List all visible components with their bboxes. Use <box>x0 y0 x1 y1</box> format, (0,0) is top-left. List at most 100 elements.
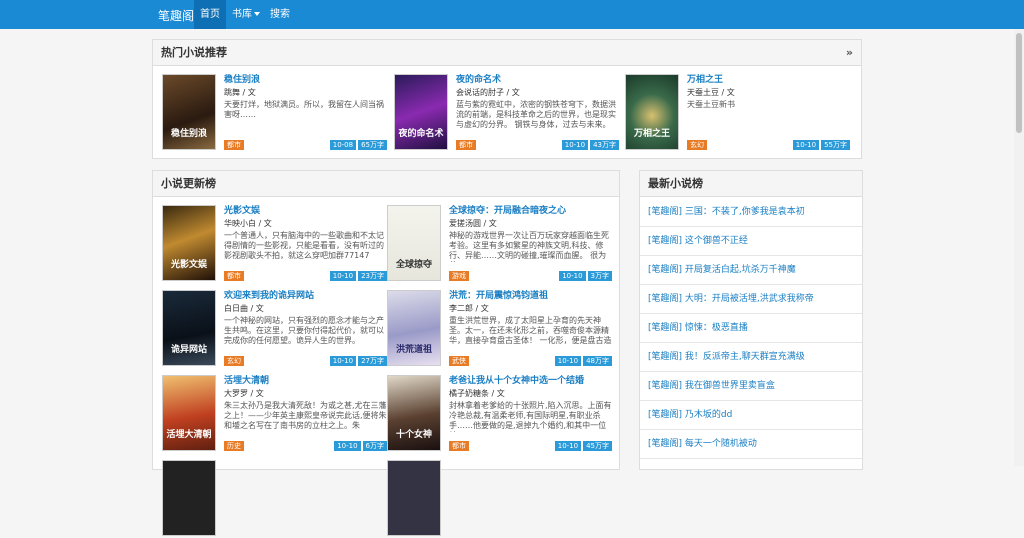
list-item[interactable]: [笔趣阁] 我！反派帝主,聊天群宣充满级 <box>640 343 862 372</box>
book-author: 李二郎 / 文 <box>449 304 489 313</box>
book-title[interactable]: 洪荒：开局震惊鸿钧道祖 <box>449 290 612 302</box>
book-title[interactable]: 稳住别浪 <box>224 74 387 86</box>
word-count: 27万字 <box>358 356 387 366</box>
hot-book-3[interactable]: 万相之王 万相之王 天蚕土豆 / 文 天蚕土豆新书 玄幻 10-10 55万字 <box>625 74 850 152</box>
genre-tag: 都市 <box>456 140 476 150</box>
nav-home[interactable]: 首页 <box>194 0 226 29</box>
genre-tag: 玄幻 <box>687 140 707 150</box>
hot-book-2[interactable]: 夜的命名术 夜的命名术 会说话的肘子 / 文 蓝与紫的霓虹中，浓密的钢铁苍穹下，… <box>394 74 619 152</box>
update-book-7-partial <box>162 460 387 538</box>
hot-novels-title: 热门小说推荐 <box>161 46 227 59</box>
book-meta: 10-10 3万字 <box>557 271 612 281</box>
book-info: 全球掠夺：开局融合暗夜之心 爱搓汤圆 / 文 神秘的游戏世界一次让百万玩家穿越面… <box>449 205 612 281</box>
hot-novels-panel: 热门小说推荐 » 稳住别浪 稳住别浪 跳舞 / 文 天要打烊，地狱满员。所以，我… <box>152 39 862 159</box>
list-item[interactable]: [笔趣阁] 乃木坂的dd <box>640 401 862 430</box>
book-author: 会说话的肘子 / 文 <box>456 88 520 97</box>
book-meta: 10-10 43万字 <box>560 140 619 150</box>
hot-book-1[interactable]: 稳住别浪 稳住别浪 跳舞 / 文 天要打烊，地狱满员。所以，我留在人间当祸害呀…… <box>162 74 387 152</box>
book-desc: 蓝与紫的霓虹中，浓密的钢铁苍穹下，数据洪流的前端，是科技革命之后的世界，也是现实… <box>456 100 616 129</box>
nav-library[interactable]: 书库 <box>226 0 266 29</box>
book-meta: 10-10 55万字 <box>791 140 850 150</box>
update-date: 10-10 <box>329 356 357 366</box>
update-book-6[interactable]: 十个女神 老爸让我从十个女神中选一个结婚 橘子奶糖条 / 文 封林拿着老爹给的十… <box>387 375 612 453</box>
update-date: 10-10 <box>792 140 820 150</box>
book-title[interactable]: 老爸让我从十个女神中选一个结婚 <box>449 375 612 387</box>
book-desc: 天蚕土豆新书 <box>687 100 735 109</box>
latest-novels-title: 最新小说榜 <box>648 177 703 190</box>
book-title[interactable]: 万相之王 <box>687 74 850 86</box>
book-desc: 封林拿着老爹给的十张照片,陷入沉思。上面有冷艳总裁,有温柔老师,有国际明星,有职… <box>449 401 612 432</box>
novel-updates-title: 小说更新榜 <box>161 177 216 190</box>
book-meta: 10-10 48万字 <box>553 356 612 366</box>
page-scrollbar[interactable] <box>1014 29 1024 466</box>
nav-library-label: 书库 <box>232 9 252 20</box>
book-cover[interactable]: 洪荒道祖 <box>387 290 441 366</box>
book-info: 老爸让我从十个女神中选一个结婚 橘子奶糖条 / 文 封林拿着老爹给的十张照片,陷… <box>449 375 612 451</box>
update-book-1[interactable]: 光影文娱 光影文娱 华映小白 / 文 一个普通人，只有脑海中的一些歌曲和不太记得… <box>162 205 387 283</box>
word-count: 48万字 <box>583 356 612 366</box>
book-cover <box>162 460 216 536</box>
book-author: 白日曲 / 文 <box>224 304 264 313</box>
list-item[interactable]: [笔趣阁] 惊悚：极恶直播 <box>640 314 862 343</box>
novel-updates-panel: 小说更新榜 光影文娱 光影文娱 华映小白 / 文 一个普通人，只有脑海中的一些歌… <box>152 170 620 536</box>
update-date: 10-10 <box>554 441 582 451</box>
update-book-4[interactable]: 洪荒道祖 洪荒：开局震惊鸿钧道祖 李二郎 / 文 重生洪荒世界，成了太阳星上孕育… <box>387 290 612 368</box>
book-title[interactable]: 欢迎来到我的诡异网站 <box>224 290 387 302</box>
word-count: 3万字 <box>587 271 612 281</box>
book-desc: 神秘的游戏世界一次让百万玩家穿越面临生死考验。这里有多如繁星的神族文明,科技、修… <box>449 231 609 262</box>
latest-novels-panel: 最新小说榜 [笔趣阁] 三国：不装了,你爹我是袁本初 [笔趣阁] 这个御兽不正经… <box>639 170 863 470</box>
update-book-2[interactable]: 全球掠夺 全球掠夺：开局融合暗夜之心 爱搓汤圆 / 文 神秘的游戏世界一次让百万… <box>387 205 612 283</box>
list-item[interactable]: [笔趣阁] 三国：不装了,你爹我是袁本初 <box>640 198 862 227</box>
book-cover[interactable]: 夜的命名术 <box>394 74 448 150</box>
book-info: 光影文娱 华映小白 / 文 一个普通人，只有脑海中的一些歌曲和不太记得剧情的一些… <box>224 205 387 281</box>
book-author: 华映小白 / 文 <box>224 219 272 228</box>
book-cover[interactable]: 活埋大清朝 <box>162 375 216 451</box>
top-navbar: 笔趣阁 首页 书库 搜索 <box>0 0 1024 29</box>
book-title[interactable]: 全球掠夺：开局融合暗夜之心 <box>449 205 612 217</box>
book-cover[interactable]: 诡异网站 <box>162 290 216 366</box>
update-book-5[interactable]: 活埋大清朝 活埋大清朝 大罗罗 / 文 朱三太孙乃是我大清死敌！为或之甚,尤在三… <box>162 375 387 453</box>
book-cover[interactable]: 光影文娱 <box>162 205 216 281</box>
hot-novels-header: 热门小说推荐 » <box>153 40 861 66</box>
update-date: 10-10 <box>559 271 586 281</box>
book-cover[interactable]: 全球掠夺 <box>387 205 441 281</box>
book-info: 洪荒：开局震惊鸿钧道祖 李二郎 / 文 重生洪荒世界，成了太阳星上孕育的先天神圣… <box>449 290 612 366</box>
book-info: 万相之王 天蚕土豆 / 文 天蚕土豆新书 玄幻 10-10 55万字 <box>687 74 850 150</box>
update-date: 10-10 <box>554 356 582 366</box>
book-cover[interactable]: 稳住别浪 <box>162 74 216 150</box>
novel-updates-header: 小说更新榜 <box>153 171 619 197</box>
book-desc: 一个神秘的网站，只有强烈的愿念才能与之产生共鸣。在这里，只要你付得起代价，就可以… <box>224 316 384 345</box>
book-desc: 天要打烊，地狱满员。所以，我留在人间当祸害呀…… <box>224 100 384 119</box>
update-date: 10-10 <box>334 441 361 451</box>
scrollbar-thumb[interactable] <box>1016 33 1022 133</box>
word-count: 6万字 <box>362 441 387 451</box>
genre-tag: 玄幻 <box>224 356 244 366</box>
book-meta: 10-10 23万字 <box>328 271 387 281</box>
list-item[interactable]: [笔趣阁] 大明：开局被活埋,洪武求我称帝 <box>640 285 862 314</box>
book-cover[interactable]: 万相之王 <box>625 74 679 150</box>
genre-tag: 都市 <box>224 271 244 281</box>
book-author: 大罗罗 / 文 <box>224 389 264 398</box>
more-arrow-icon[interactable]: » <box>846 40 853 66</box>
update-book-8-partial <box>387 460 612 538</box>
word-count: 55万字 <box>821 140 850 150</box>
update-book-3[interactable]: 诡异网站 欢迎来到我的诡异网站 白日曲 / 文 一个神秘的网站，只有强烈的愿念才… <box>162 290 387 368</box>
genre-tag: 游戏 <box>449 271 469 281</box>
update-date: 10-10 <box>561 140 589 150</box>
list-item[interactable]: [笔趣阁] 每天一个随机被动 <box>640 430 862 459</box>
book-author: 跳舞 / 文 <box>224 88 256 97</box>
update-date: 10-10 <box>329 271 357 281</box>
list-item[interactable]: [笔趣阁] 这个御兽不正经 <box>640 227 862 256</box>
book-meta: 10-10 6万字 <box>332 441 387 451</box>
list-item[interactable]: [笔趣阁] 我在御兽世界里卖盲盒 <box>640 372 862 401</box>
word-count: 23万字 <box>358 271 387 281</box>
book-cover[interactable]: 十个女神 <box>387 375 441 451</box>
book-title[interactable]: 活埋大清朝 <box>224 375 387 387</box>
nav-search[interactable]: 搜索 <box>264 0 296 29</box>
book-title[interactable]: 光影文娱 <box>224 205 387 217</box>
book-author: 爱搓汤圆 / 文 <box>449 219 497 228</box>
list-item[interactable]: [笔趣阁] 开局复活白起,坑杀万千神魔 <box>640 256 862 285</box>
book-title[interactable]: 夜的命名术 <box>456 74 619 86</box>
site-brand[interactable]: 笔趣阁 <box>158 7 194 24</box>
update-date: 10-08 <box>329 140 357 150</box>
